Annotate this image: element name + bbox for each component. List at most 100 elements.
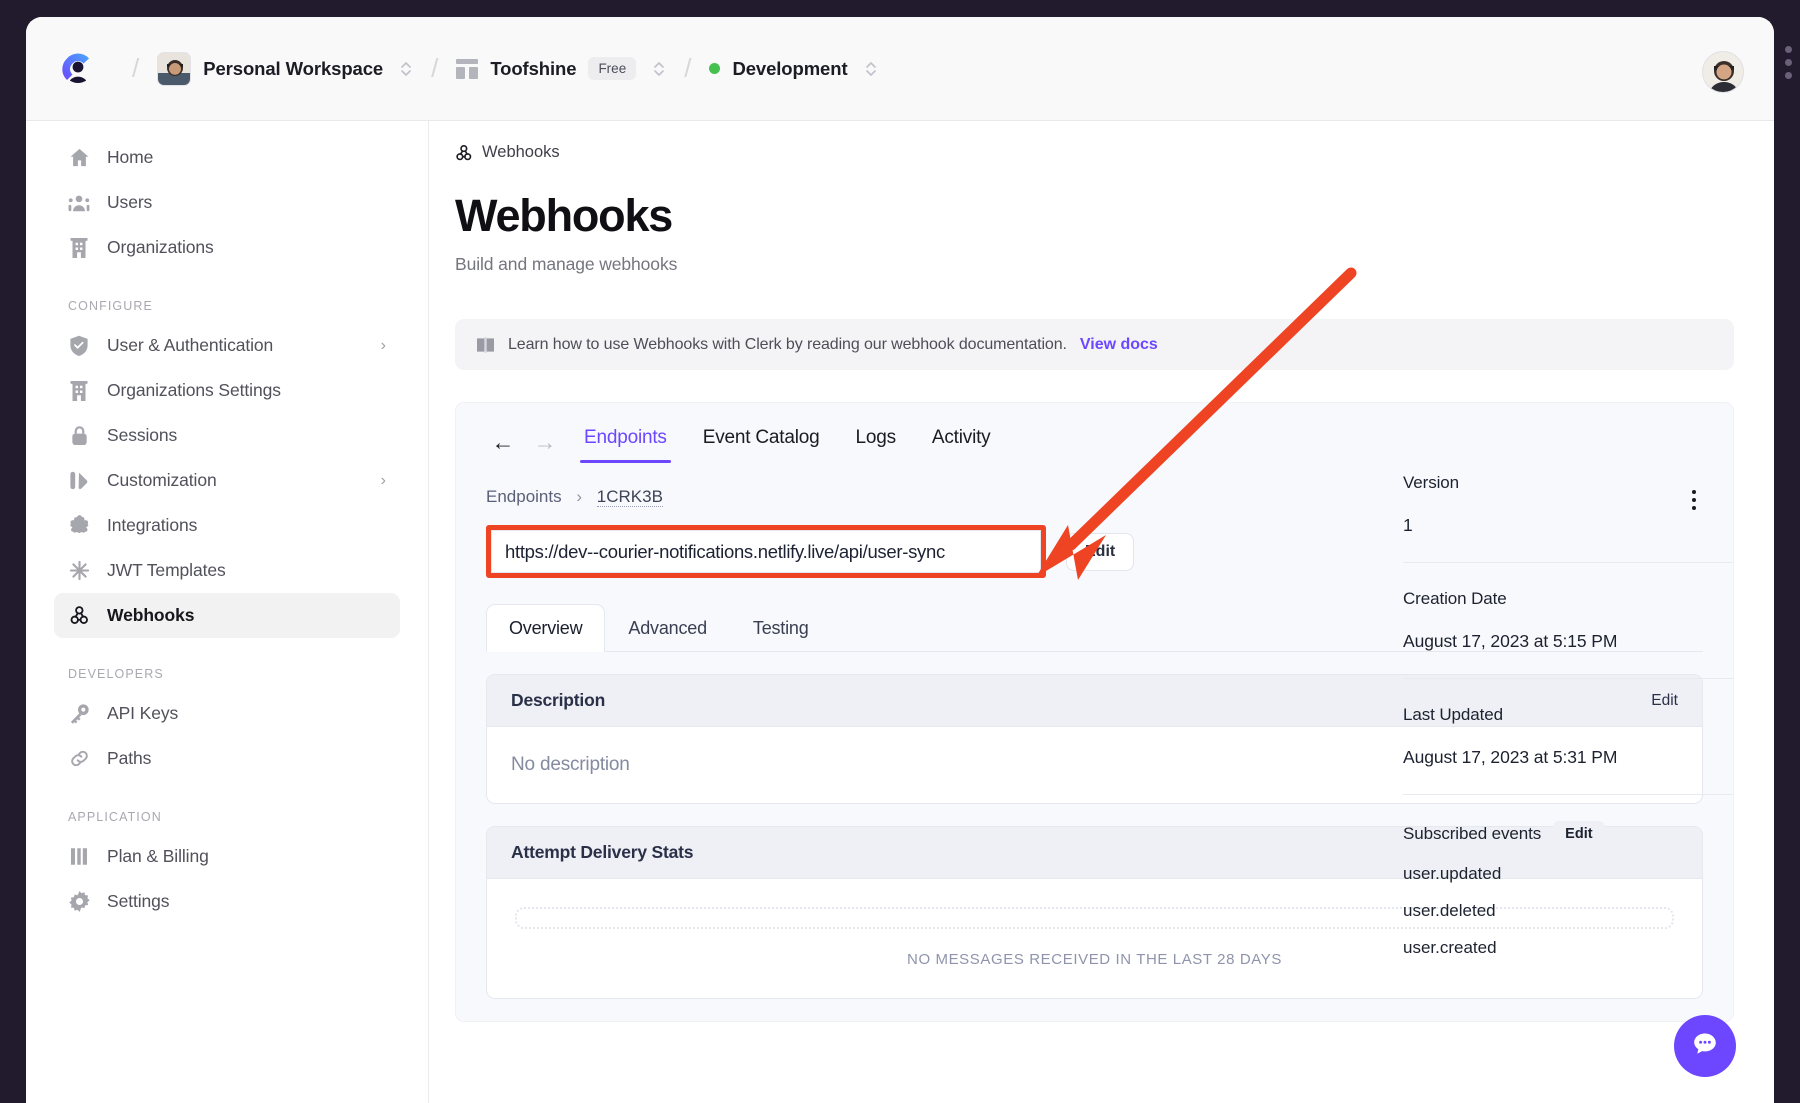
- last-updated-value: August 17, 2023 at 5:31 PM: [1403, 747, 1618, 767]
- breadcrumb-separator-1: /: [132, 53, 140, 83]
- sidebar-item-label: Customization: [107, 470, 217, 490]
- url-annotation-highlight: https://dev--courier-notifications.netli…: [486, 525, 1046, 578]
- edit-endpoint-button[interactable]: Edit: [1066, 532, 1135, 571]
- description-card-title: Description: [511, 690, 606, 710]
- documentation-banner: Learn how to use Webhooks with Clerk by …: [455, 319, 1734, 370]
- description-value: No description: [511, 754, 630, 775]
- event-item: user.deleted: [1403, 901, 1496, 920]
- divider: [1403, 562, 1733, 563]
- tab-testing[interactable]: Testing: [730, 604, 832, 652]
- sidebar-item-organizations[interactable]: Organizations: [54, 225, 400, 270]
- sidebar-item-paths[interactable]: Paths: [54, 736, 400, 781]
- sidebar-item-webhooks[interactable]: Webhooks: [54, 593, 400, 638]
- sidebar-item-customization[interactable]: Customization ›: [54, 458, 400, 503]
- building-icon: [68, 237, 90, 259]
- app-window: / Personal Workspace / Toofshine Free / …: [26, 17, 1774, 1103]
- tab-event-catalog[interactable]: Event Catalog: [685, 427, 838, 463]
- tab-overview[interactable]: Overview: [486, 604, 606, 652]
- chevron-right-icon[interactable]: ›: [381, 337, 386, 354]
- sidebar-item-plan-billing[interactable]: Plan & Billing: [54, 834, 400, 879]
- sidebar-item-label: Sessions: [107, 425, 178, 445]
- creation-date-block: Creation Date August 17, 2023 at 5:15 PM: [1403, 589, 1733, 652]
- tab-activity[interactable]: Activity: [914, 427, 1009, 463]
- stats-card-title: Attempt Delivery Stats: [511, 842, 694, 862]
- webhooks-embed-panel: ← → Endpoints Event Catalog Logs Activit…: [455, 402, 1734, 1022]
- workspace-switcher[interactable]: Personal Workspace: [157, 51, 413, 86]
- sidebar-item-sessions[interactable]: Sessions: [54, 413, 400, 458]
- puzzle-icon: [68, 515, 90, 537]
- endpoint-breadcrumb: Endpoints › 1CRK3B: [486, 487, 663, 507]
- tab-endpoints[interactable]: Endpoints: [566, 427, 685, 463]
- subscribed-events-block: Subscribed events Edit user.updated user…: [1403, 821, 1733, 958]
- sidebar-item-users[interactable]: Users: [54, 180, 400, 225]
- creation-date-value: August 17, 2023 at 5:15 PM: [1403, 631, 1618, 651]
- last-updated-block: Last Updated August 17, 2023 at 5:31 PM: [1403, 705, 1733, 768]
- app-grid-icon: [456, 58, 479, 79]
- endpoint-breadcrumb-root[interactable]: Endpoints: [486, 487, 562, 506]
- book-icon: [477, 336, 495, 353]
- endpoint-url-text: https://dev--courier-notifications.netli…: [505, 540, 945, 562]
- arrow-left-icon[interactable]: ←: [482, 421, 524, 463]
- divider: [1403, 678, 1733, 679]
- gear-icon: [68, 891, 90, 913]
- version-label: Version: [1403, 473, 1460, 492]
- endpoint-url-box[interactable]: https://dev--courier-notifications.netli…: [491, 530, 1041, 573]
- sidebar-item-organizations-settings[interactable]: Organizations Settings: [54, 368, 400, 413]
- sidebar-item-integrations[interactable]: Integrations: [54, 503, 400, 548]
- subscribed-events-label: Subscribed events: [1403, 824, 1542, 843]
- building-icon: [68, 380, 90, 402]
- sidebar-item-label: Settings: [107, 891, 170, 911]
- status-dot-icon: [709, 63, 721, 74]
- chevron-updown-icon[interactable]: [652, 60, 666, 78]
- endpoint-breadcrumb-separator: ›: [576, 487, 583, 506]
- sidebar-item-label: User & Authentication: [107, 335, 274, 355]
- sidebar-item-label: Paths: [107, 748, 152, 768]
- sidebar-item-label: Organizations Settings: [107, 380, 281, 400]
- chat-bubble-icon: [1690, 1029, 1720, 1064]
- sidebar-navigation: Home Users Organizations CONFIGURE User …: [26, 121, 429, 1103]
- sidebar-item-settings[interactable]: Settings: [54, 879, 400, 924]
- webhook-icon: [68, 605, 90, 627]
- sidebar-item-label: Home: [107, 147, 154, 167]
- banner-text: Learn how to use Webhooks with Clerk by …: [508, 335, 1067, 353]
- chevron-updown-icon[interactable]: [399, 60, 413, 78]
- environment-switcher[interactable]: Development: [709, 58, 877, 80]
- sidebar-item-api-keys[interactable]: API Keys: [54, 691, 400, 736]
- page-subtitle: Build and manage webhooks: [455, 254, 678, 274]
- divider: [1403, 794, 1733, 795]
- sidebar-section-application: APPLICATION: [68, 810, 162, 824]
- workspace-name: Personal Workspace: [203, 57, 384, 79]
- arrow-right-icon[interactable]: →: [524, 421, 566, 463]
- sidebar-item-label: JWT Templates: [107, 560, 226, 580]
- sidebar-item-user-authentication[interactable]: User & Authentication ›: [54, 323, 400, 368]
- main-content: Webhooks Webhooks Build and manage webho…: [429, 121, 1774, 1103]
- edit-subscribed-events-button[interactable]: Edit: [1553, 821, 1605, 847]
- plan-badge: Free: [588, 57, 637, 80]
- billing-icon: [68, 846, 90, 868]
- user-avatar[interactable]: [1702, 51, 1744, 93]
- sidebar-item-label: Webhooks: [107, 605, 195, 625]
- sidebar-section-configure: CONFIGURE: [68, 299, 153, 313]
- sidebar-item-label: API Keys: [107, 703, 179, 723]
- tab-advanced[interactable]: Advanced: [605, 604, 729, 652]
- key-icon: [68, 703, 90, 725]
- lock-icon: [68, 425, 90, 447]
- sidebar-item-label: Organizations: [107, 237, 214, 257]
- chevron-right-icon[interactable]: ›: [381, 472, 386, 489]
- window-frame-dots: [1785, 46, 1792, 79]
- sidebar-item-home[interactable]: Home: [54, 135, 400, 180]
- customization-icon: [68, 470, 90, 492]
- clerk-logo-icon[interactable]: [56, 47, 100, 91]
- chevron-updown-icon[interactable]: [864, 60, 878, 78]
- shield-check-icon: [68, 335, 90, 357]
- view-docs-link[interactable]: View docs: [1080, 336, 1158, 354]
- event-item: user.updated: [1403, 864, 1502, 883]
- sidebar-item-jwt-templates[interactable]: JWT Templates: [54, 548, 400, 593]
- application-switcher[interactable]: Toofshine Free: [456, 57, 666, 80]
- sidebar-item-label: Users: [107, 192, 153, 212]
- top-navigation-bar: / Personal Workspace / Toofshine Free / …: [26, 17, 1774, 121]
- tab-logs[interactable]: Logs: [837, 427, 913, 463]
- endpoint-breadcrumb-current[interactable]: 1CRK3B: [596, 487, 663, 507]
- application-name: Toofshine: [490, 57, 577, 79]
- chat-support-button[interactable]: [1674, 1015, 1736, 1077]
